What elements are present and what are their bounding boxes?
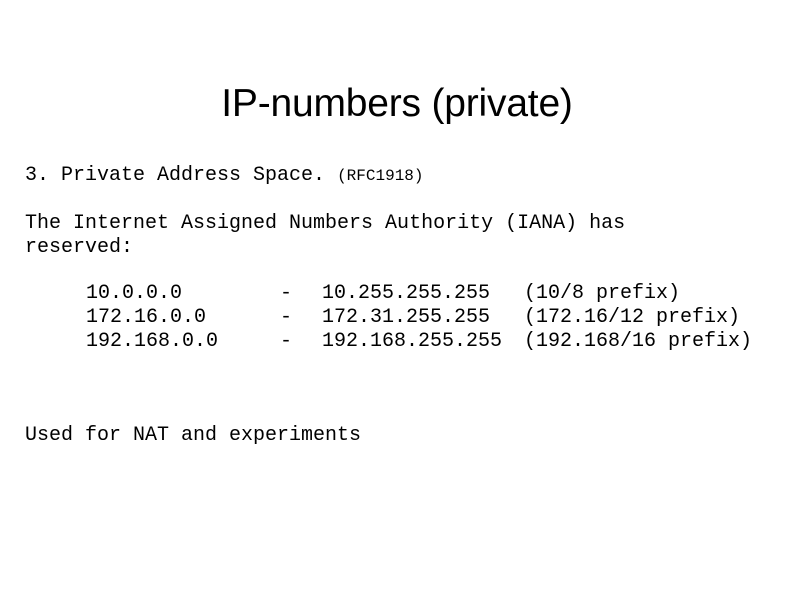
section-heading-text: 3. Private Address Space. [25,164,326,187]
spacer-before-table [25,260,770,282]
private-address-ranges-table: 10.0.0.0 - 10.255.255.255 (10/8 prefix) … [86,282,752,354]
range-prefix-label: (172.16/12 prefix) [524,306,741,329]
section-heading-line: 3. Private Address Space. (RFC1918) [25,164,770,188]
footer-note: Used for NAT and experiments [25,424,362,447]
slide-canvas: IP-numbers (private) 3. Private Address … [0,0,794,595]
intro-paragraph-line-2: reserved: [25,236,134,259]
range-prefix-label: (10/8 prefix) [524,282,681,305]
range-separator-dash: - [280,330,293,353]
table-row: 192.168.0.0 - 192.168.255.255 (192.168/1… [86,330,752,354]
range-start-address: 10.0.0.0 [86,282,183,305]
range-start-address: 172.16.0.0 [86,306,207,329]
table-row: 172.16.0.0 - 172.31.255.255 (172.16/12 p… [86,306,752,330]
range-end-address: 192.168.255.255 [322,330,503,353]
intro-paragraph-line-1: The Internet Assigned Numbers Authority … [25,212,626,235]
range-separator-dash: - [280,282,293,305]
slide-body: 3. Private Address Space. (RFC1918) The … [25,164,770,354]
table-row: 10.0.0.0 - 10.255.255.255 (10/8 prefix) [86,282,752,306]
range-end-address: 172.31.255.255 [322,306,491,329]
range-end-address: 10.255.255.255 [322,282,491,305]
rfc-reference: (RFC1918) [337,167,424,185]
range-start-address: 192.168.0.0 [86,330,219,353]
page-title: IP-numbers (private) [221,82,573,126]
section-heading-gap [325,164,337,187]
range-prefix-label: (192.168/16 prefix) [524,330,753,353]
spacer-after-heading [25,188,770,212]
range-separator-dash: - [280,306,293,329]
